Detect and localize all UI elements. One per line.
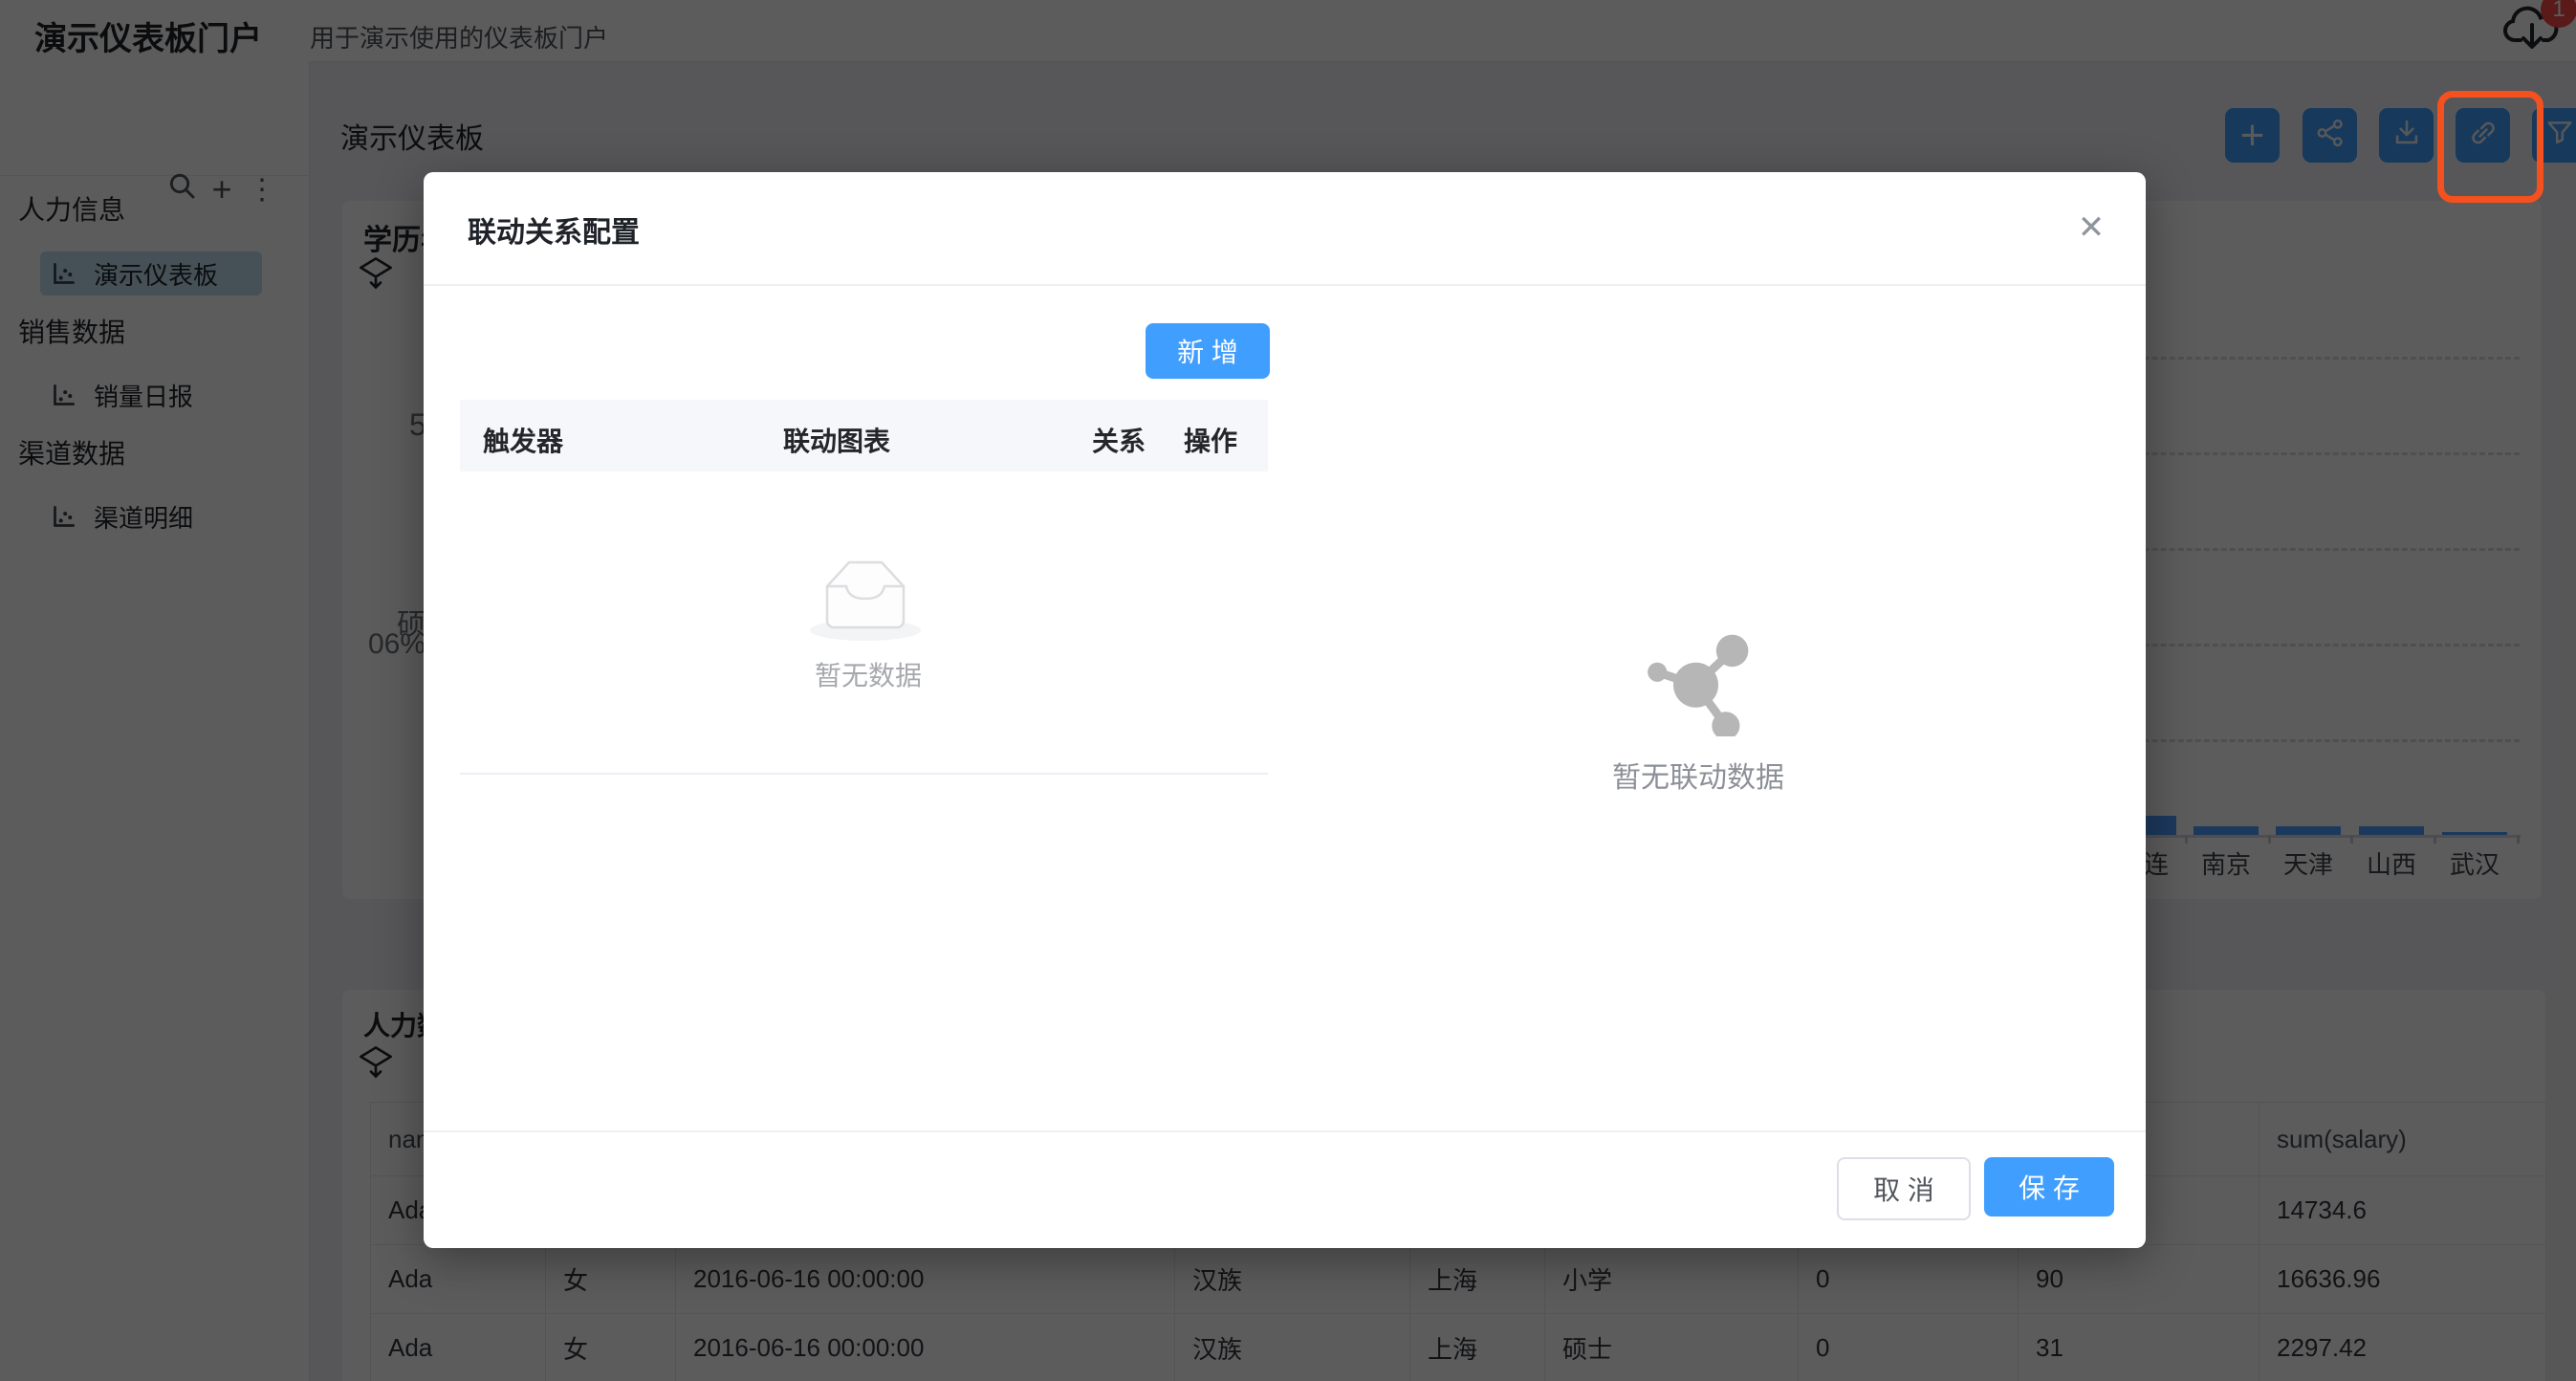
empty-inbox-icon: [806, 550, 927, 648]
cancel-button[interactable]: 取 消: [1837, 1157, 1971, 1220]
col-chart: 联动图表: [783, 421, 890, 459]
dialog-footer-divider: [424, 1130, 2146, 1132]
cancel-label: 取 消: [1873, 1170, 1934, 1208]
dialog-close-button[interactable]: ✕: [2070, 207, 2112, 249]
link-empty-text: 暂无联动数据: [1555, 754, 1842, 796]
add-linkage-button[interactable]: 新 增: [1146, 323, 1270, 379]
dialog-header-divider: [424, 284, 2146, 286]
dialog-title: 联动关系配置: [468, 208, 640, 251]
col-action: 操作: [1184, 421, 1237, 459]
col-relation: 关系: [1092, 421, 1146, 459]
add-linkage-label: 新 增: [1177, 332, 1238, 370]
app-root: 演示仪表板门户 用于演示使用的仪表板门户 1 + ⋮: [0, 0, 2576, 1381]
close-icon: ✕: [2078, 208, 2106, 247]
linkage-config-dialog: 联动关系配置 ✕ 新 增 触发器 联动图表 关系 操作 暂无数据: [424, 172, 2146, 1248]
link-empty-icon: [1647, 629, 1754, 741]
save-button[interactable]: 保 存: [1984, 1157, 2114, 1217]
linkage-table-header: 触发器 联动图表 关系 操作: [460, 400, 1268, 471]
col-trigger: 触发器: [483, 421, 563, 459]
empty-text: 暂无数据: [749, 655, 988, 693]
linkage-table-bottom-border: [460, 773, 1268, 775]
annotation-highlight-linkage-button: [2437, 91, 2543, 203]
save-label: 保 存: [2019, 1168, 2080, 1206]
